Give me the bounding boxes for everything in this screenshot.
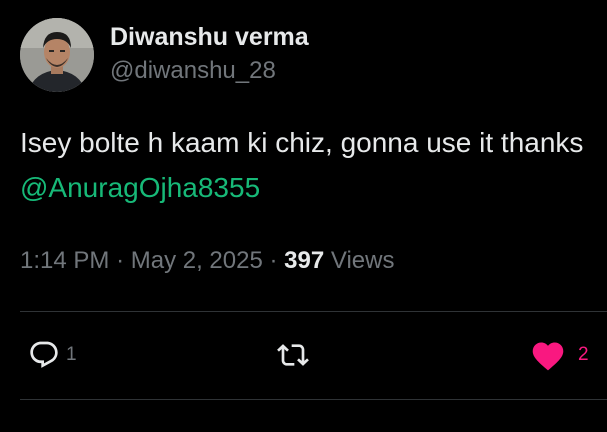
like-button[interactable]: 2 [530, 337, 589, 373]
avatar[interactable] [20, 18, 94, 92]
heart-icon [532, 342, 564, 371]
reply-button[interactable]: 1 [28, 337, 77, 373]
author-block: Diwanshu verma @diwanshu_28 [110, 21, 309, 86]
author-display-name[interactable]: Diwanshu verma [110, 21, 309, 53]
tweet-time[interactable]: 1:14 PM [20, 247, 109, 274]
divider [20, 399, 607, 400]
tweet-meta: 1:14 PM · May 2, 2025 · 397 Views [20, 246, 394, 276]
like-count: 2 [578, 344, 589, 365]
meta-separator: · [269, 247, 278, 274]
tweet-text-content: Isey bolte h kaam ki chiz, gonna use it … [20, 127, 584, 158]
tweet-date[interactable]: May 2, 2025 [131, 247, 263, 274]
tweet-text: Isey bolte h kaam ki chiz, gonna use it … [20, 120, 590, 210]
avatar-photo [20, 18, 94, 92]
views-label: Views [330, 247, 395, 274]
action-bar: 1 2 [0, 312, 607, 399]
retweet-icon [277, 344, 309, 366]
meta-separator: · [116, 247, 125, 274]
author-handle[interactable]: @diwanshu_28 [110, 56, 309, 86]
reply-count: 1 [66, 344, 77, 365]
retweet-button[interactable] [277, 337, 315, 373]
tweet-card: Diwanshu verma @diwanshu_28 Isey bolte h… [0, 0, 607, 432]
mention-link[interactable]: @AnuragOjha8355 [20, 172, 260, 203]
reply-icon [30, 341, 58, 368]
views-count: 397 [284, 247, 325, 274]
